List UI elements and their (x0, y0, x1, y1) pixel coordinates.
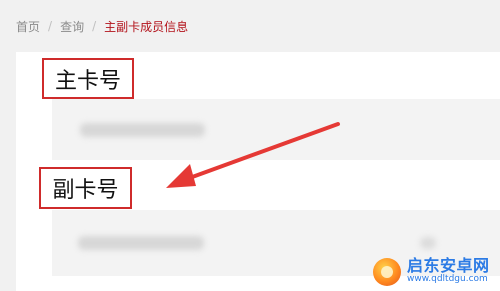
breadcrumb-current: 主副卡成员信息 (104, 19, 189, 34)
breadcrumb-home[interactable]: 首页 (16, 18, 40, 35)
sub-card-number-blurred (78, 236, 204, 250)
main-card-number-blurred (80, 122, 205, 137)
breadcrumb-separator: / (92, 19, 97, 33)
main-card-number-field (52, 99, 500, 160)
breadcrumb: 首页 / 查询 / 主副卡成员信息 (16, 16, 188, 36)
sub-card-label: 副卡号 (39, 167, 132, 209)
breadcrumb-separator: / (48, 19, 53, 33)
main-card-label: 主卡号 (42, 58, 134, 99)
watermark-url: www.qdltdgu.com (407, 274, 488, 285)
watermark-text: 启东安卓网 www.qdltdgu.com (407, 256, 490, 285)
watermark-logo-icon (373, 257, 401, 286)
watermark: 启东安卓网 www.qdltdgu.com (373, 252, 500, 291)
breadcrumb-query[interactable]: 查询 (60, 18, 84, 35)
watermark-title: 启东安卓网 (407, 256, 490, 276)
sub-card-blurred-mark (420, 237, 436, 249)
